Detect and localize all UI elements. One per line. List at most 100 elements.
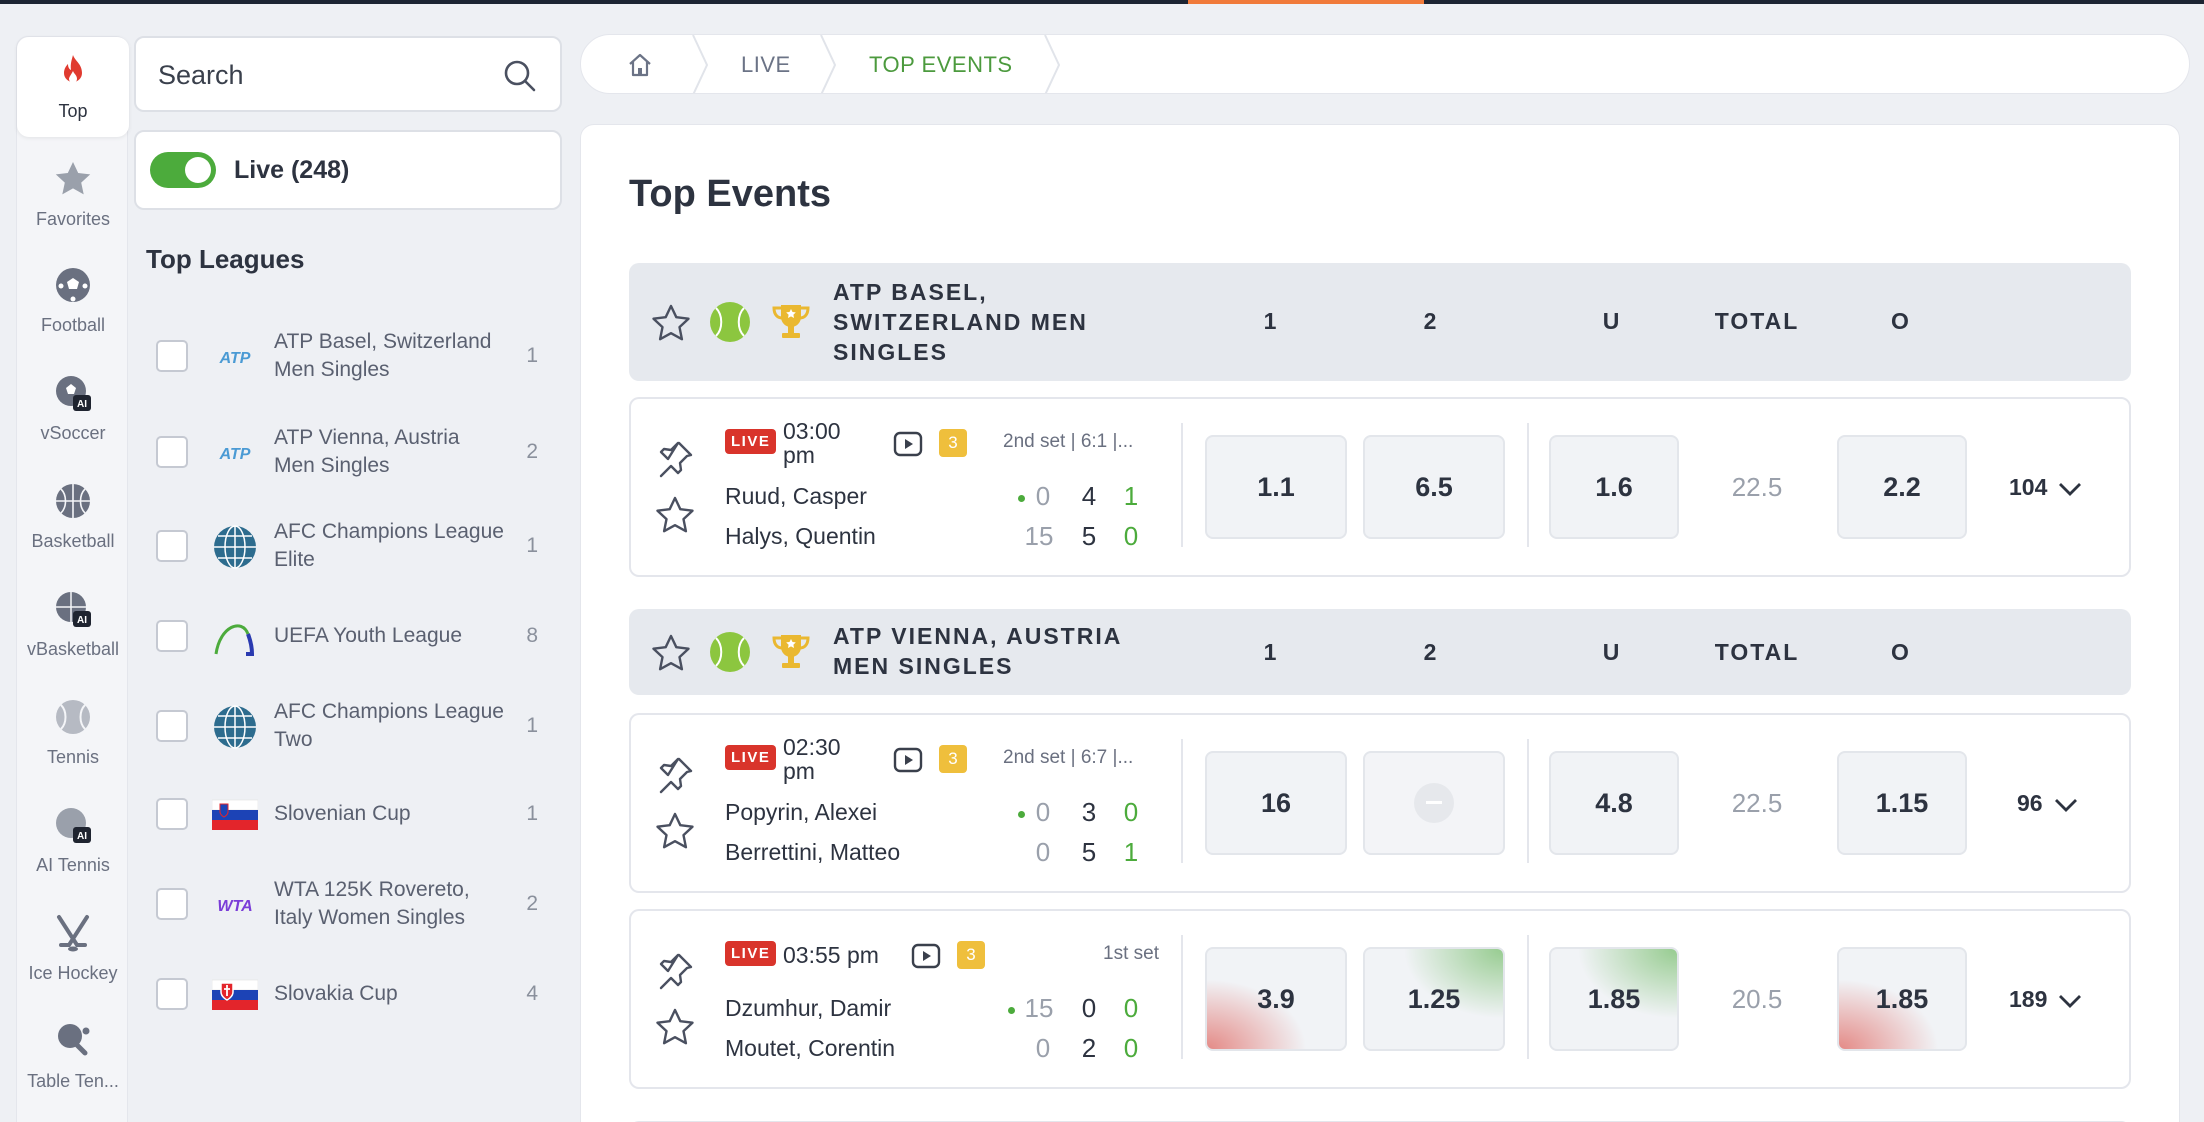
league-checkbox[interactable] xyxy=(156,620,188,652)
home-icon[interactable] xyxy=(625,51,655,79)
star-icon[interactable] xyxy=(649,301,693,345)
league-item[interactable]: ATP ATP Vienna, Austria Men Singles 2 xyxy=(146,412,546,492)
rail-item-ice-hockey[interactable]: Ice Hockey xyxy=(17,899,129,999)
divider xyxy=(1527,423,1529,547)
league-count: 2 xyxy=(526,440,538,463)
page-title: Top Events xyxy=(629,173,831,215)
league-checkbox[interactable] xyxy=(156,710,188,742)
more-markets-button[interactable]: 104 xyxy=(2009,435,2083,539)
live-badge: LIVE xyxy=(725,941,777,966)
pin-icon[interactable] xyxy=(653,949,697,993)
away-points: 15 xyxy=(1024,521,1054,551)
rail-item-top[interactable]: Top xyxy=(17,37,129,137)
star-icon[interactable] xyxy=(653,809,697,853)
star-icon[interactable] xyxy=(653,1005,697,1049)
set-info: 2nd set | 6:7 |... xyxy=(1003,747,1134,768)
rail-item-basketball[interactable]: Basketball xyxy=(17,467,129,567)
home-sets: 0 xyxy=(1123,993,1139,1023)
league-checkbox[interactable] xyxy=(156,798,188,830)
odd-button-1[interactable]: 3.9 xyxy=(1205,947,1347,1051)
live-toggle[interactable] xyxy=(150,152,216,188)
odd-button-2[interactable]: 6.5 xyxy=(1363,435,1505,539)
league-item[interactable]: Slovenian Cup 1 xyxy=(146,774,546,854)
league-name: WTA 125K Rovereto, Italy Women Singles xyxy=(274,878,470,929)
league-item[interactable]: AFC Champions League Elite 1 xyxy=(146,506,546,586)
star-icon[interactable] xyxy=(649,631,693,675)
stream-count-badge: 3 xyxy=(957,941,985,969)
event-row[interactable]: LIVE 03:55 pm 3 1st set Dzumhur, Damir M… xyxy=(629,909,2131,1089)
league-item[interactable]: AFC Champions League Two 1 xyxy=(146,686,546,766)
tennis-icon xyxy=(56,700,90,734)
league-name: ATP Basel, Switzerland Men Singles xyxy=(274,330,492,381)
ice-hockey-icon xyxy=(57,915,89,952)
locked-icon xyxy=(1414,783,1454,823)
more-markets-button[interactable]: 189 xyxy=(2009,947,2083,1051)
video-stream-icon[interactable] xyxy=(893,747,923,773)
atp-logo: ATP xyxy=(219,350,251,367)
league-header-title: ATP BASEL, SWITZERLAND MEN SINGLES xyxy=(833,279,1088,365)
league-item[interactable]: UEFA Youth League 8 xyxy=(146,596,546,676)
video-stream-icon[interactable] xyxy=(911,943,941,969)
pin-icon[interactable] xyxy=(653,437,697,481)
league-header: ATP VIENNA, AUSTRIA MEN SINGLES 1 2 U TO… xyxy=(629,609,2131,695)
rail-item-label: Ice Hockey xyxy=(28,963,118,983)
league-checkbox[interactable] xyxy=(156,340,188,372)
event-time: 03:00 pm xyxy=(783,418,841,468)
col-header-over: O xyxy=(1891,639,1911,665)
rail-item-vsoccer[interactable]: AI vSoccer xyxy=(17,359,129,459)
odd-button-over[interactable]: 1.15 xyxy=(1837,751,1967,855)
rail-item-football[interactable]: Football xyxy=(17,251,129,351)
rail-item-tennis[interactable]: Tennis xyxy=(17,683,129,783)
col-header-total: TOTAL xyxy=(1714,639,1800,665)
odd-button-over[interactable]: 2.2 xyxy=(1837,435,1967,539)
col-header-1: 1 xyxy=(1263,639,1279,665)
rail-item-vbasketball[interactable]: AI vBasketball xyxy=(17,575,129,675)
divider xyxy=(1527,739,1529,863)
rail-item-label: Tennis xyxy=(46,747,100,767)
rail-item-favorites[interactable]: Favorites xyxy=(17,145,129,245)
trophy-icon xyxy=(772,635,810,668)
league-checkbox[interactable] xyxy=(156,888,188,920)
breadcrumb: LIVE TOP EVENTS xyxy=(580,34,2190,94)
league-item[interactable]: WTA WTA 125K Rovereto, Italy Women Singl… xyxy=(146,864,546,944)
league-checkbox[interactable] xyxy=(156,978,188,1010)
divider xyxy=(1181,423,1183,547)
league-item[interactable]: Slovakia Cup 4 xyxy=(146,954,546,1034)
globe-icon xyxy=(214,525,256,569)
rail-item-table-tennis[interactable]: Table Ten... xyxy=(17,1007,129,1107)
odd-button-over[interactable]: 1.85 xyxy=(1837,947,1967,1051)
search-icon[interactable] xyxy=(502,58,538,94)
star-icon[interactable] xyxy=(653,493,697,537)
breadcrumb-live[interactable]: LIVE xyxy=(741,35,791,93)
pin-icon[interactable] xyxy=(653,753,697,797)
odd-button-under[interactable]: 4.8 xyxy=(1549,751,1679,855)
league-checkbox[interactable] xyxy=(156,530,188,562)
vbasketball-icon: AI xyxy=(56,592,91,627)
serve-indicator xyxy=(1008,1007,1015,1014)
live-filter: Live (248) xyxy=(134,130,562,210)
event-row[interactable]: LIVE 02:30 pm 3 2nd set | 6:7 |... Popyr… xyxy=(629,713,2131,893)
col-header-over: O xyxy=(1891,308,1911,334)
league-item[interactable]: ATP ATP Basel, Switzerland Men Singles 1 xyxy=(146,316,546,396)
league-name: AFC Champions League Two xyxy=(274,700,504,751)
league-count: 4 xyxy=(526,982,538,1005)
slovenia-flag xyxy=(212,799,258,830)
video-stream-icon[interactable] xyxy=(893,431,923,457)
odd-button-1[interactable]: 16 xyxy=(1205,751,1347,855)
away-team: Berrettini, Matteo xyxy=(725,839,901,865)
odd-button-2[interactable]: 1.25 xyxy=(1363,947,1505,1051)
col-header-under: U xyxy=(1602,308,1622,334)
odd-button-under[interactable]: 1.6 xyxy=(1549,435,1679,539)
rail-item-ai-tennis[interactable]: AI AI Tennis xyxy=(17,791,129,891)
odd-button-under[interactable]: 1.85 xyxy=(1549,947,1679,1051)
atp-logo: ATP xyxy=(219,446,251,463)
league-count: 1 xyxy=(526,802,538,825)
league-checkbox[interactable] xyxy=(156,436,188,468)
away-sets: 0 xyxy=(1123,1033,1139,1063)
more-markets-button[interactable]: 96 xyxy=(2017,751,2079,855)
event-row[interactable]: LIVE 03:00 pm 3 2nd set | 6:1 |... Ruud,… xyxy=(629,397,2131,577)
search-input[interactable] xyxy=(158,56,498,94)
odd-button-1[interactable]: 1.1 xyxy=(1205,435,1347,539)
breadcrumb-top-events[interactable]: TOP EVENTS xyxy=(869,35,1013,93)
serve-indicator xyxy=(1018,495,1025,502)
